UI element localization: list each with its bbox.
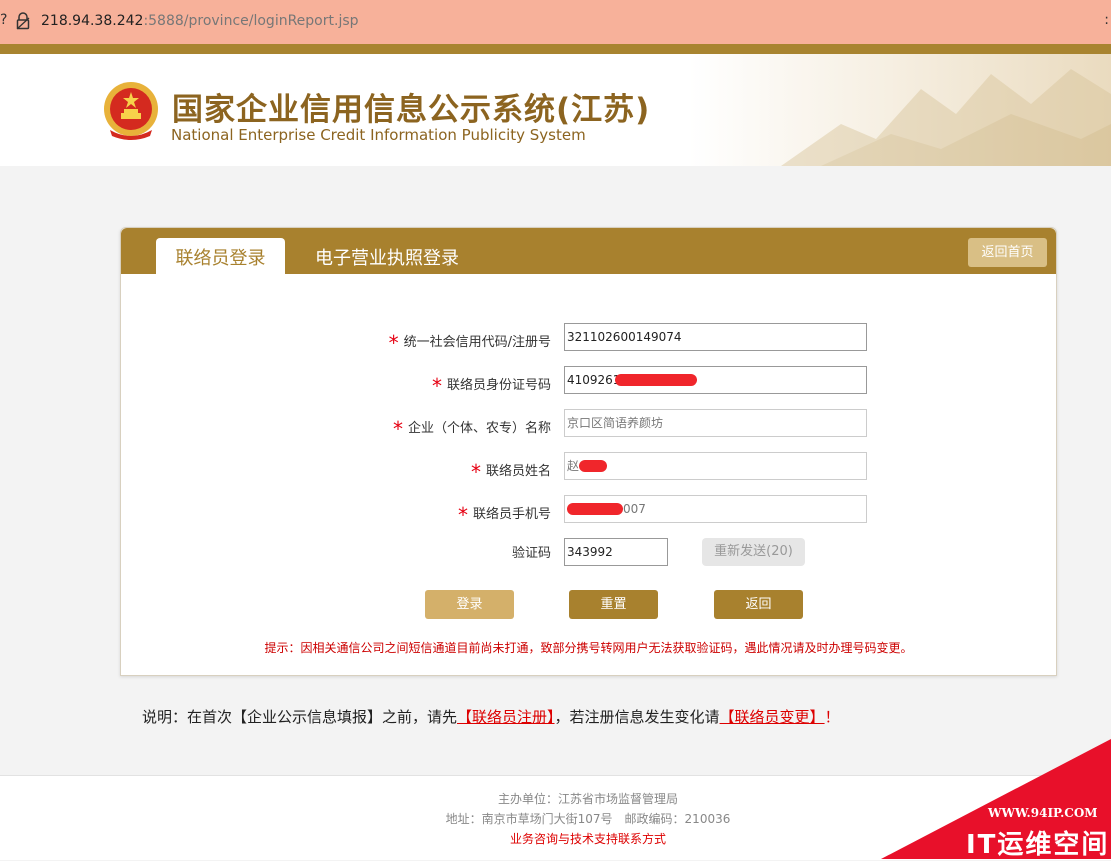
header-top-border: [0, 44, 1111, 54]
id-number-row: * 联络员身份证号码 4109261: [121, 366, 1056, 398]
contact-name-input[interactable]: 赵: [564, 452, 867, 480]
contact-name-row: * 联络员姓名 赵: [121, 452, 1056, 484]
login-panel: 联络员登录 电子营业执照登录 返回首页 * 统一社会信用代码/注册号 321102…: [120, 227, 1057, 676]
phone-label: * 联络员手机号: [458, 499, 551, 527]
phone-value: 007: [623, 502, 646, 516]
required-star: *: [388, 331, 399, 355]
required-star: *: [470, 460, 481, 484]
instruction-note: 说明：在首次【企业公示信息填报】之前，请先【联络员注册】，若注册信息发生变化请【…: [142, 706, 840, 727]
browser-address-bar[interactable]: ? 218.94.38.242:5888/province/loginRepor…: [0, 0, 1111, 45]
url-text[interactable]: 218.94.38.242:5888/province/loginReport.…: [41, 13, 359, 29]
id-number-input[interactable]: 4109261: [564, 366, 867, 394]
tab-e-license-login[interactable]: 电子营业执照登录: [315, 238, 459, 274]
note-middle: ，若注册信息发生变化请: [554, 708, 720, 726]
panel-header: 联络员登录 电子营业执照登录 返回首页: [121, 228, 1056, 274]
company-name-row: * 企业（个体、农专）名称 京口区简语养颜坊: [121, 409, 1056, 441]
phone-row: * 联络员手机号 007: [121, 495, 1056, 527]
change-link[interactable]: 【联络员变更】: [720, 708, 825, 726]
id-number-value: 4109261: [567, 373, 621, 387]
required-star: *: [431, 374, 442, 398]
url-host: 218.94.38.242: [41, 13, 144, 29]
resend-code-button[interactable]: 重新发送(20): [702, 538, 805, 566]
mountain-decoration: [781, 69, 1111, 166]
url-path: :5888/province/loginReport.jsp: [143, 13, 359, 29]
captcha-input[interactable]: 343992: [564, 538, 668, 566]
site-header: 国家企业信用信息公示系统(江苏) National Enterprise Cre…: [0, 54, 1111, 166]
company-name-input[interactable]: 京口区简语养颜坊: [564, 409, 867, 437]
credit-code-label-text: 统一社会信用代码/注册号: [403, 335, 551, 350]
register-link[interactable]: 【联络员注册】: [457, 708, 555, 726]
redaction-mark: [615, 374, 697, 386]
contact-name-label-text: 联络员姓名: [485, 464, 551, 479]
login-button[interactable]: 登录: [425, 590, 514, 619]
required-star: *: [457, 503, 468, 527]
redaction-mark: [567, 503, 623, 515]
site-title: 国家企业信用信息公示系统(江苏): [172, 92, 651, 128]
captcha-row: 验证码 343992 重新发送(20): [121, 538, 1056, 566]
back-glyph-icon: ?: [0, 12, 8, 28]
company-name-label: * 企业（个体、农专）名称: [393, 413, 551, 441]
contact-name-label: * 联络员姓名: [471, 456, 551, 484]
back-to-home-button[interactable]: 返回首页: [968, 238, 1047, 267]
tab-contact-login[interactable]: 联络员登录: [156, 238, 285, 274]
required-star: *: [392, 417, 403, 441]
contact-name-value: 赵: [567, 459, 580, 473]
reset-button[interactable]: 重置: [569, 590, 658, 619]
national-emblem-icon: [104, 82, 158, 140]
phone-input[interactable]: 007: [564, 495, 867, 523]
captcha-label: 验证码: [511, 546, 551, 561]
insecure-lock-icon[interactable]: [16, 12, 30, 30]
watermark-url: WWW.94IP.COM: [988, 806, 1098, 820]
credit-code-label: * 统一社会信用代码/注册号: [389, 327, 551, 355]
note-suffix: ！: [824, 708, 840, 726]
redaction-mark: [579, 460, 607, 472]
note-prefix: 说明：在首次【企业公示信息填报】之前，请先: [142, 708, 458, 726]
phone-label-text: 联络员手机号: [472, 507, 551, 522]
sms-tip: 提示：因相关通信公司之间短信通道目前尚未打通，致部分携号转网用户无法获取验证码，…: [264, 641, 913, 655]
credit-code-row: * 统一社会信用代码/注册号 321102600149074: [121, 323, 1056, 355]
menu-glyph-icon[interactable]: :: [1104, 12, 1109, 28]
site-subtitle: National Enterprise Credit Information P…: [171, 126, 586, 144]
company-name-label-text: 企业（个体、农专）名称: [407, 421, 551, 436]
back-button[interactable]: 返回: [714, 590, 803, 619]
credit-code-input[interactable]: 321102600149074: [564, 323, 867, 351]
id-number-label: * 联络员身份证号码: [432, 370, 551, 398]
id-number-label-text: 联络员身份证号码: [446, 378, 551, 393]
watermark-brand: IT运维空间: [966, 830, 1110, 860]
